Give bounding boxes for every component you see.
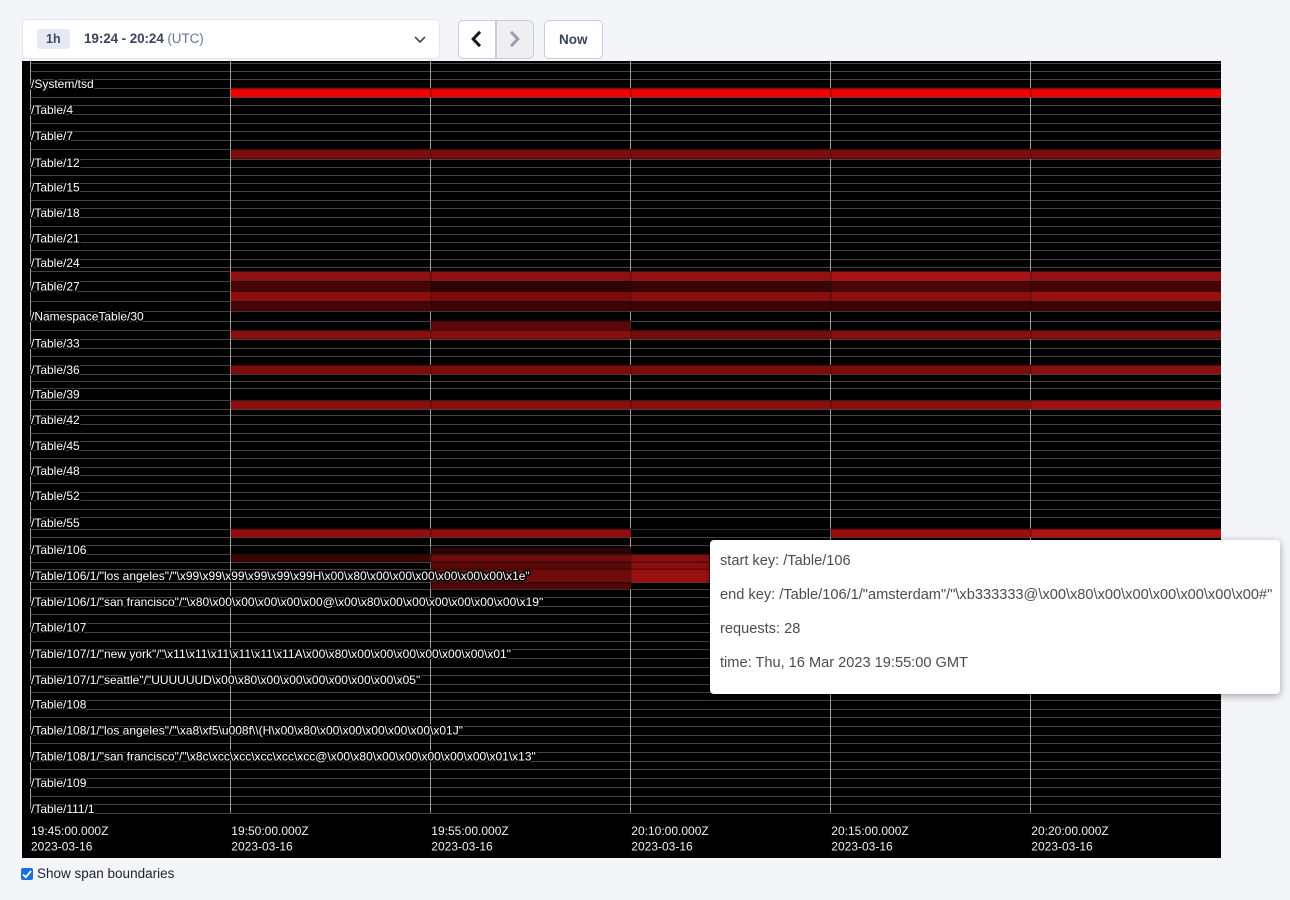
svg-text:/Table/52: /Table/52 <box>31 489 80 503</box>
svg-text:/Table/108: /Table/108 <box>31 698 87 712</box>
svg-text:/Table/42: /Table/42 <box>31 413 80 427</box>
svg-text:/Table/12: /Table/12 <box>31 156 80 170</box>
svg-text:/Table/36: /Table/36 <box>31 363 80 377</box>
svg-text:2023-03-16: 2023-03-16 <box>631 839 693 853</box>
svg-text:2023-03-16: 2023-03-16 <box>1031 839 1093 853</box>
svg-text:/Table/21: /Table/21 <box>31 232 80 246</box>
svg-text:/Table/33: /Table/33 <box>31 336 80 350</box>
svg-text:/Table/27: /Table/27 <box>31 279 80 293</box>
svg-text:/Table/106: /Table/106 <box>31 543 87 557</box>
svg-text:2023-03-16: 2023-03-16 <box>231 839 293 853</box>
svg-text:/Table/111/1: /Table/111/1 <box>31 802 95 816</box>
svg-text:19:50:00.000Z: 19:50:00.000Z <box>231 824 308 838</box>
svg-text:/NamespaceTable/30: /NamespaceTable/30 <box>31 309 144 323</box>
svg-text:2023-03-16: 2023-03-16 <box>831 839 893 853</box>
svg-text:/Table/108/1/"los angeles"/"\x: /Table/108/1/"los angeles"/"\xa8\xf5\u00… <box>31 724 463 738</box>
svg-text:20:20:00.000Z: 20:20:00.000Z <box>1031 824 1108 838</box>
svg-text:/Table/15: /Table/15 <box>31 180 80 194</box>
svg-text:/Table/39: /Table/39 <box>31 388 80 402</box>
svg-text:/Table/48: /Table/48 <box>31 464 80 478</box>
svg-text:/Table/18: /Table/18 <box>31 206 80 220</box>
svg-text:/Table/7: /Table/7 <box>31 129 73 143</box>
svg-text:20:15:00.000Z: 20:15:00.000Z <box>831 824 908 838</box>
svg-text:/Table/55: /Table/55 <box>31 516 80 530</box>
svg-text:/Table/107: /Table/107 <box>31 621 87 635</box>
svg-text:/Table/109: /Table/109 <box>31 776 87 790</box>
svg-text:19:55:00.000Z: 19:55:00.000Z <box>431 824 508 838</box>
svg-text:20:10:00.000Z: 20:10:00.000Z <box>631 824 708 838</box>
svg-text:/Table/24: /Table/24 <box>31 256 80 270</box>
svg-text:/Table/107/1/"seattle"/"UUUUUU: /Table/107/1/"seattle"/"UUUUUUD\x00\x80\… <box>31 673 420 687</box>
svg-text:/Table/107/1/"new york"/"\x11\: /Table/107/1/"new york"/"\x11\x11\x11\x1… <box>31 647 511 661</box>
svg-text:2023-03-16: 2023-03-16 <box>431 839 493 853</box>
svg-text:/System/tsd: /System/tsd <box>31 77 94 91</box>
svg-text:19:45:00.000Z: 19:45:00.000Z <box>31 824 108 838</box>
svg-text:/Table/106/1/"los angeles"/"\x: /Table/106/1/"los angeles"/"\x99\x99\x99… <box>31 569 530 583</box>
svg-text:/Table/108/1/"san francisco"/": /Table/108/1/"san francisco"/"\x8c\xcc\x… <box>31 750 536 764</box>
svg-text:/Table/106/1/"san francisco"/": /Table/106/1/"san francisco"/"\x80\x00\x… <box>31 595 543 609</box>
svg-text:/Table/45: /Table/45 <box>31 439 80 453</box>
svg-text:2023-03-16: 2023-03-16 <box>31 839 93 853</box>
svg-text:/Table/4: /Table/4 <box>31 103 73 117</box>
